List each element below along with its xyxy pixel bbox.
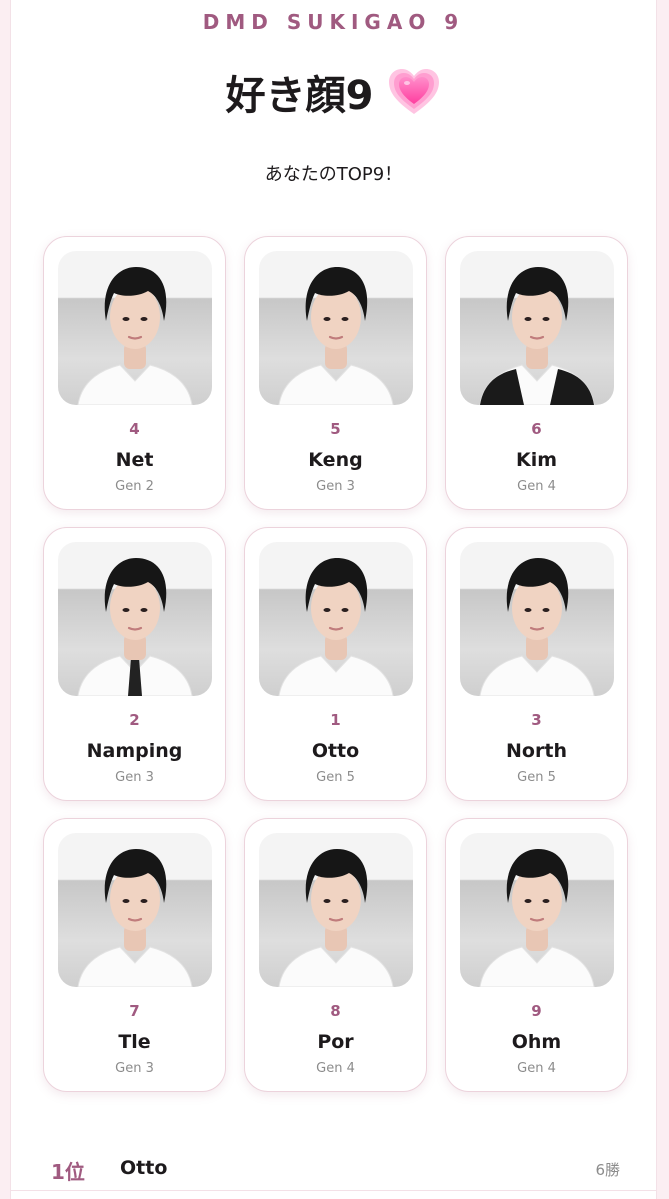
member-name: Tle bbox=[118, 1031, 151, 1053]
eye-right bbox=[341, 317, 349, 321]
member-rank: 2 bbox=[129, 711, 140, 729]
result-rank: 1位 bbox=[51, 1160, 85, 1184]
portrait-figure bbox=[77, 849, 193, 987]
shirt-shape bbox=[479, 946, 595, 987]
member-photo bbox=[259, 542, 413, 696]
eye-left bbox=[323, 317, 331, 321]
member-card[interactable]: 5 Keng Gen 3 bbox=[244, 236, 427, 510]
member-gen: Gen 3 bbox=[316, 479, 355, 494]
member-card[interactable]: 6 Kim Gen 4 bbox=[445, 236, 628, 510]
member-photo bbox=[460, 542, 614, 696]
brand-label: DMD SUKIGAO 9 bbox=[202, 10, 465, 34]
member-name: Ohm bbox=[511, 1031, 562, 1053]
title-row: 好き顔9 bbox=[11, 62, 656, 122]
portrait-figure bbox=[278, 267, 394, 405]
eye-right bbox=[140, 899, 148, 903]
member-card[interactable]: 8 Por Gen 4 bbox=[244, 818, 427, 1092]
member-photo bbox=[58, 542, 212, 696]
eye-left bbox=[122, 608, 130, 612]
member-name: Otto bbox=[311, 740, 360, 762]
shirt-shape bbox=[278, 655, 394, 696]
eye-left bbox=[524, 608, 532, 612]
eye-left bbox=[524, 317, 532, 321]
member-gen: Gen 5 bbox=[517, 770, 556, 785]
member-photo bbox=[460, 833, 614, 987]
member-photo bbox=[259, 251, 413, 405]
eye-right bbox=[140, 608, 148, 612]
shirt-shape bbox=[77, 946, 193, 987]
member-rank: 8 bbox=[330, 1002, 341, 1020]
eye-left bbox=[122, 317, 130, 321]
portrait-figure bbox=[479, 267, 595, 405]
member-card[interactable]: 2 Namping Gen 3 bbox=[43, 527, 226, 801]
member-gen: Gen 3 bbox=[115, 770, 154, 785]
eye-right bbox=[341, 899, 349, 903]
eye-left bbox=[323, 608, 331, 612]
member-rank: 6 bbox=[531, 420, 542, 438]
result-wins: 6勝 bbox=[595, 1161, 620, 1179]
member-gen: Gen 2 bbox=[115, 479, 154, 494]
eye-right bbox=[341, 608, 349, 612]
member-photo bbox=[58, 833, 212, 987]
tie-shape bbox=[128, 658, 142, 696]
member-rank: 9 bbox=[531, 1002, 542, 1020]
member-gen: Gen 3 bbox=[115, 1061, 154, 1076]
member-photo bbox=[259, 833, 413, 987]
result-name: Otto bbox=[120, 1157, 168, 1179]
member-gen: Gen 4 bbox=[517, 479, 556, 494]
growing-heart-icon bbox=[387, 67, 441, 117]
eye-left bbox=[524, 899, 532, 903]
subtitle: あなたのTOP9！ bbox=[264, 164, 403, 185]
eye-right bbox=[542, 899, 550, 903]
member-gen: Gen 4 bbox=[316, 1061, 355, 1076]
member-name: Por bbox=[317, 1031, 354, 1053]
portrait-figure bbox=[77, 267, 193, 405]
member-rank: 3 bbox=[531, 711, 542, 729]
portrait-figure bbox=[278, 849, 394, 987]
member-card[interactable]: 3 North Gen 5 bbox=[445, 527, 628, 801]
member-rank: 5 bbox=[330, 420, 341, 438]
eye-left bbox=[122, 899, 130, 903]
shirt-shape bbox=[77, 364, 193, 405]
result-row: 1位 Otto 6勝 bbox=[11, 1150, 656, 1191]
eye-right bbox=[140, 317, 148, 321]
eye-left bbox=[323, 899, 331, 903]
portrait-figure bbox=[479, 849, 595, 987]
eye-right bbox=[542, 608, 550, 612]
member-gen: Gen 4 bbox=[517, 1061, 556, 1076]
member-card[interactable]: 1 Otto Gen 5 bbox=[244, 527, 427, 801]
member-rank: 7 bbox=[129, 1002, 140, 1020]
member-gen: Gen 5 bbox=[316, 770, 355, 785]
page-title: 好き顔9 bbox=[225, 73, 374, 119]
top9-grid: 4 Net Gen 2 5 Keng Gen 3 6 Kim Gen 4 2 N… bbox=[43, 236, 628, 1092]
portrait-figure bbox=[278, 558, 394, 696]
member-card[interactable]: 9 Ohm Gen 4 bbox=[445, 818, 628, 1092]
portrait-figure bbox=[479, 558, 595, 696]
shirt-shape bbox=[278, 364, 394, 405]
portrait-figure bbox=[77, 558, 193, 696]
member-name: Namping bbox=[86, 740, 183, 762]
member-photo bbox=[58, 251, 212, 405]
member-name: Net bbox=[115, 449, 154, 471]
eye-right bbox=[542, 317, 550, 321]
shirt-shape bbox=[278, 946, 394, 987]
member-rank: 4 bbox=[129, 420, 140, 438]
member-name: North bbox=[506, 740, 567, 762]
shirt-shape bbox=[479, 655, 595, 696]
result-page: DMD SUKIGAO 9 好き顔9 あなたのTOP9！ 4 Net Gen 2… bbox=[11, 0, 656, 1199]
member-card[interactable]: 7 Tle Gen 3 bbox=[43, 818, 226, 1092]
member-rank: 1 bbox=[330, 711, 341, 729]
member-photo bbox=[460, 251, 614, 405]
member-card[interactable]: 4 Net Gen 2 bbox=[43, 236, 226, 510]
member-name: Kim bbox=[515, 449, 558, 471]
member-name: Keng bbox=[308, 449, 363, 471]
